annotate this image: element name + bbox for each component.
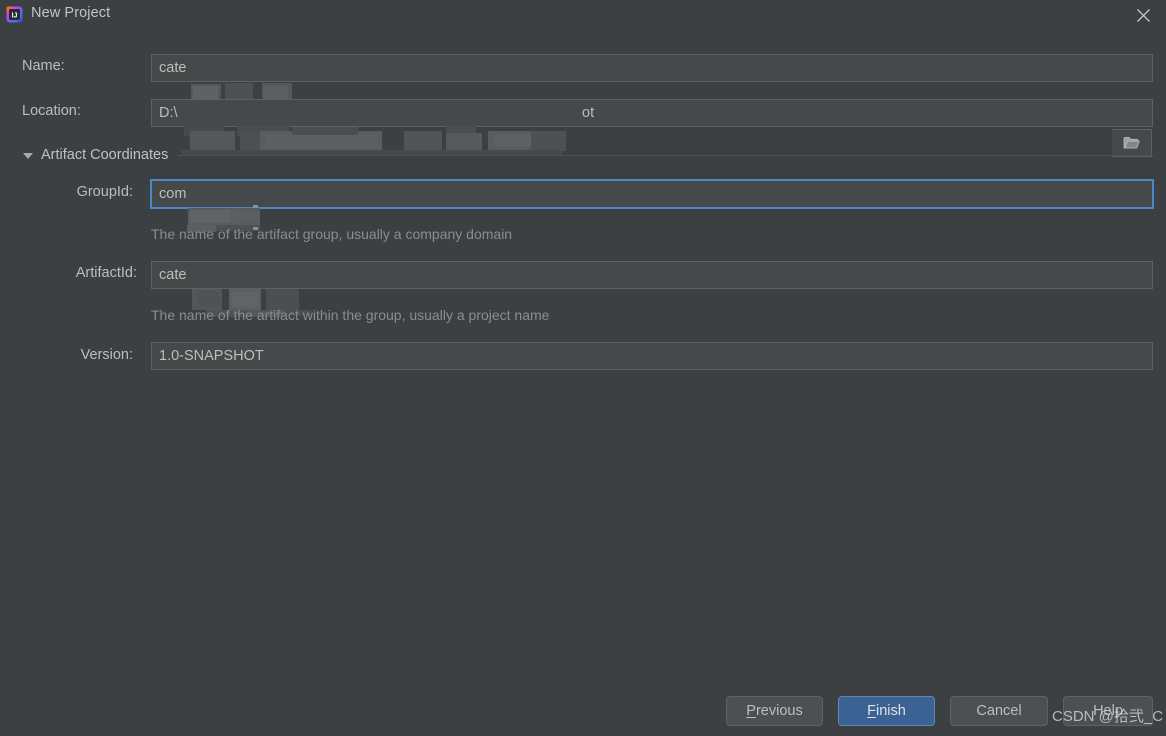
svg-text:IJ: IJ [12, 13, 18, 20]
window-title: New Project [31, 5, 111, 21]
artifact-coordinates-section-header[interactable]: Artifact Coordinates [22, 145, 1154, 165]
previous-button-mnemonic: P [746, 703, 756, 719]
new-project-form: Name: cate Location: D:\ ot Artifact Coo… [0, 30, 1166, 680]
location-input-tail-wrap: ot [151, 99, 1153, 127]
group-id-input[interactable]: com [150, 179, 1154, 209]
help-button[interactable]: Help [1063, 696, 1153, 726]
previous-button[interactable]: Previous [726, 696, 823, 726]
location-label: Location: [22, 103, 81, 119]
artifact-id-input-value: cate [159, 267, 187, 283]
cancel-button[interactable]: Cancel [950, 696, 1048, 726]
version-input-value: 1.0-SNAPSHOT [159, 348, 264, 364]
name-input[interactable]: cate [151, 54, 1153, 82]
title-bar: IJ New Project [0, 0, 1166, 30]
close-icon[interactable] [1120, 0, 1166, 30]
chevron-down-icon [22, 149, 35, 162]
group-id-label: GroupId: [76, 184, 133, 200]
finish-button-mnemonic: F [867, 703, 877, 719]
artifact-id-hint: The name of the artifact within the grou… [151, 307, 550, 323]
previous-button-label-suffix: revious [755, 703, 803, 719]
finish-button-label: Finish [867, 703, 906, 719]
name-label: Name: [22, 58, 65, 74]
version-label: Version: [80, 347, 133, 363]
intellij-idea-icon: IJ [6, 6, 23, 23]
version-input[interactable]: 1.0-SNAPSHOT [151, 342, 1153, 370]
finish-button-label-suffix: inish [876, 703, 906, 719]
group-id-hint: The name of the artifact group, usually … [151, 226, 513, 242]
group-id-input-value: com [159, 186, 187, 202]
artifact-id-input[interactable]: cate [151, 261, 1153, 289]
finish-button[interactable]: Finish [838, 696, 935, 726]
previous-button-label: Previous [746, 703, 802, 719]
name-input-value: cate [159, 60, 187, 76]
artifact-coordinates-title: Artifact Coordinates [41, 147, 169, 163]
artifact-id-label: ArtifactId: [75, 265, 137, 281]
location-input-tail: ot [582, 105, 595, 121]
section-divider [178, 154, 1154, 156]
